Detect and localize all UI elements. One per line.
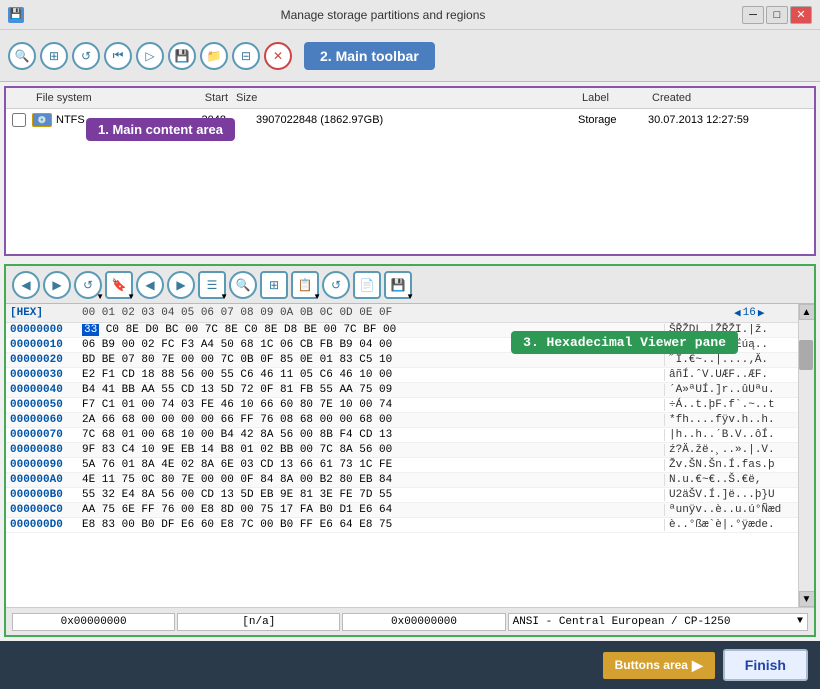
hex-row-4[interactable]: 00000040 B4 41 BB AA 55 CD 13 5D 72 0F 8…	[6, 383, 798, 398]
title-bar: 💾 Manage storage partitions and regions …	[0, 0, 820, 30]
hex-row-A[interactable]: 000000A0 4E 11 75 0C 80 7E 00 00 0F 84 8…	[6, 473, 798, 488]
finish-button[interactable]: Finish	[723, 649, 808, 681]
content-areas: File system Start Size Label Created 💿 N…	[0, 82, 820, 641]
window-title: Manage storage partitions and regions	[24, 8, 742, 22]
hex-find-button[interactable]: 🔍	[229, 271, 257, 299]
fs-col-filesystem: File system	[32, 92, 112, 104]
hex-body: [HEX] 00 01 02 03 04 05 06 07 08 09 0A 0…	[6, 304, 814, 607]
scroll-up-button[interactable]: ▲	[799, 304, 815, 320]
scrollbar-track[interactable]	[799, 320, 814, 591]
fs-row-created: 30.07.2013 12:27:59	[648, 114, 808, 126]
hex-row-7[interactable]: 00000070 7C 68 01 00 68 10 00 B4 42 8A 5…	[6, 428, 798, 443]
toolbar-refresh-button[interactable]: ↺	[72, 42, 100, 70]
ntfs-icon: 💿	[32, 113, 52, 127]
app-icon: 💾	[8, 7, 24, 23]
fs-row-label: Storage	[578, 114, 648, 126]
toolbar-open-button[interactable]: 📁	[200, 42, 228, 70]
hex-viewer-label: 3. Hexadecimal Viewer pane	[511, 331, 738, 354]
toolbar-save-button[interactable]: 💾	[168, 42, 196, 70]
encoding-label: ANSI - Central European / CP-1250	[513, 616, 797, 628]
hex-page-button[interactable]: 📄	[353, 271, 381, 299]
fs-col-size: Size	[232, 92, 578, 104]
col-count-value: 16	[743, 307, 756, 319]
fs-row-size: 3907022848 (1862.97GB)	[256, 114, 578, 126]
hex-row-6[interactable]: 00000060 2A 66 68 00 00 00 00 66 FF 76 0…	[6, 413, 798, 428]
toolbar-layout-button[interactable]: ⊟	[232, 42, 260, 70]
encoding-dropdown-icon[interactable]: ▼	[797, 616, 803, 627]
fs-col-created: Created	[648, 92, 808, 104]
hex-row-8[interactable]: 00000080 9F 83 C4 10 9E EB 14 B8 01 02 B…	[6, 443, 798, 458]
fs-col-start: Start	[112, 92, 232, 104]
hex-col-count: ◀ 16 ▶	[734, 306, 794, 320]
minimize-button[interactable]: ─	[742, 6, 764, 24]
hex-rows: [HEX] 00 01 02 03 04 05 06 07 08 09 0A 0…	[6, 304, 798, 607]
status-offset: 0x00000000	[12, 613, 175, 631]
hex-back-button[interactable]: ◀	[12, 271, 40, 299]
restore-button[interactable]: □	[766, 6, 788, 24]
hex-prev-button[interactable]: ◀	[136, 271, 164, 299]
hex-scrollbar[interactable]: ▲ ▼	[798, 304, 814, 607]
buttons-area-text: Buttons area	[615, 658, 688, 672]
hex-row-5[interactable]: 00000050 F7 C1 01 00 74 03 FE 46 10 66 6…	[6, 398, 798, 413]
hex-row-2[interactable]: 00000020 BD BE 07 80 7E 00 00 7C 0B 0F 8…	[6, 353, 798, 368]
fs-table-header: File system Start Size Label Created	[6, 88, 814, 109]
status-encoding[interactable]: ANSI - Central European / CP-1250 ▼	[508, 613, 808, 631]
status-selection: [n/a]	[177, 613, 340, 631]
hex-row-D[interactable]: 000000D0 E8 83 00 B0 DF E6 60 E8 7C 00 B…	[6, 518, 798, 533]
scroll-down-button[interactable]: ▼	[799, 591, 815, 607]
fs-row-checkbox[interactable]	[12, 113, 26, 127]
hex-toolbar: ◀ ▶ ↺ ▼ 🔖 ▼ ◀ ▶ ☰ ▼ 🔍 ⊞ �	[6, 266, 814, 304]
toolbar-play-button[interactable]: ▷	[136, 42, 164, 70]
status-selection-offset: 0x00000000	[342, 613, 505, 631]
hex-forward-button[interactable]: ▶	[43, 271, 71, 299]
col-arrow-right[interactable]: ▶	[758, 306, 765, 320]
bottom-bar: Buttons area ▶ Finish	[0, 641, 820, 689]
toolbar-grid-button[interactable]: ⊞	[40, 42, 68, 70]
main-toolbar: 🔍 ⊞ ↺ ⏮ ▷ 💾 📁 ⊟ ✕ 2. Main toolbar	[0, 30, 820, 82]
hex-row-3[interactable]: 00000030 E2 F1 CD 18 88 56 00 55 C6 46 1…	[6, 368, 798, 383]
hex-grid-button[interactable]: ⊞	[260, 271, 288, 299]
close-button[interactable]: ✕	[790, 6, 812, 24]
main-content-label: 1. Main content area	[86, 118, 235, 141]
buttons-area-label: Buttons area ▶	[603, 652, 715, 679]
toolbar-prev-button[interactable]: ⏮	[104, 42, 132, 70]
hex-col-header: [HEX]	[10, 307, 82, 319]
hex-next-button[interactable]: ▶	[167, 271, 195, 299]
hex-reload-button[interactable]: ↺	[322, 271, 350, 299]
toolbar-label: 2. Main toolbar	[304, 42, 435, 70]
main-container: 🔍 ⊞ ↺ ⏮ ▷ 💾 📁 ⊟ ✕ 2. Main toolbar File s…	[0, 30, 820, 689]
hex-column-header: [HEX] 00 01 02 03 04 05 06 07 08 09 0A 0…	[6, 304, 798, 323]
main-content-area: File system Start Size Label Created 💿 N…	[4, 86, 816, 256]
toolbar-search-button[interactable]: 🔍	[8, 42, 36, 70]
col-arrow-left[interactable]: ◀	[734, 306, 741, 320]
hex-row-9[interactable]: 00000090 5A 76 01 8A 4E 02 8A 6E 03 CD 1…	[6, 458, 798, 473]
status-bar: 0x00000000 [n/a] 0x00000000 ANSI - Centr…	[6, 607, 814, 635]
buttons-area-arrow-icon: ▶	[692, 657, 703, 674]
hex-bytes-header: 00 01 02 03 04 05 06 07 08 09 0A 0B 0C 0…	[82, 307, 734, 319]
hex-data-rows: 00000000 33 C0 8E D0 BC 00 7C 8E C0 8E D…	[6, 323, 798, 533]
scrollbar-thumb[interactable]	[799, 340, 813, 370]
hex-row-C[interactable]: 000000C0 AA 75 6E FF 76 00 E8 8D 00 75 1…	[6, 503, 798, 518]
hex-viewer-area: ◀ ▶ ↺ ▼ 🔖 ▼ ◀ ▶ ☰ ▼ 🔍 ⊞ �	[4, 264, 816, 637]
window-controls: ─ □ ✕	[742, 6, 812, 24]
toolbar-close-button[interactable]: ✕	[264, 42, 292, 70]
hex-row-B[interactable]: 000000B0 55 32 E4 8A 56 00 CD 13 5D EB 9…	[6, 488, 798, 503]
fs-col-label: Label	[578, 92, 648, 104]
